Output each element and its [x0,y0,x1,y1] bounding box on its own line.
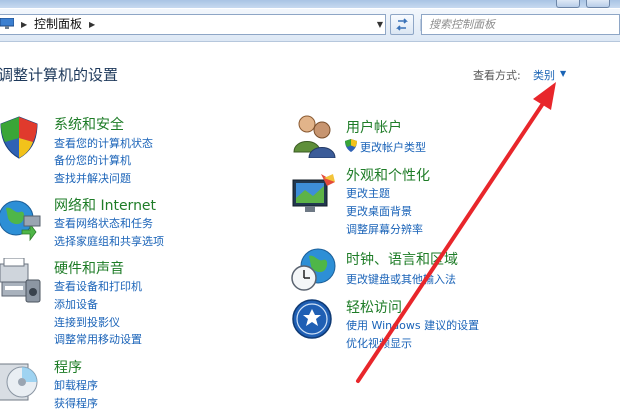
red-arrow-annotation [356,82,556,383]
